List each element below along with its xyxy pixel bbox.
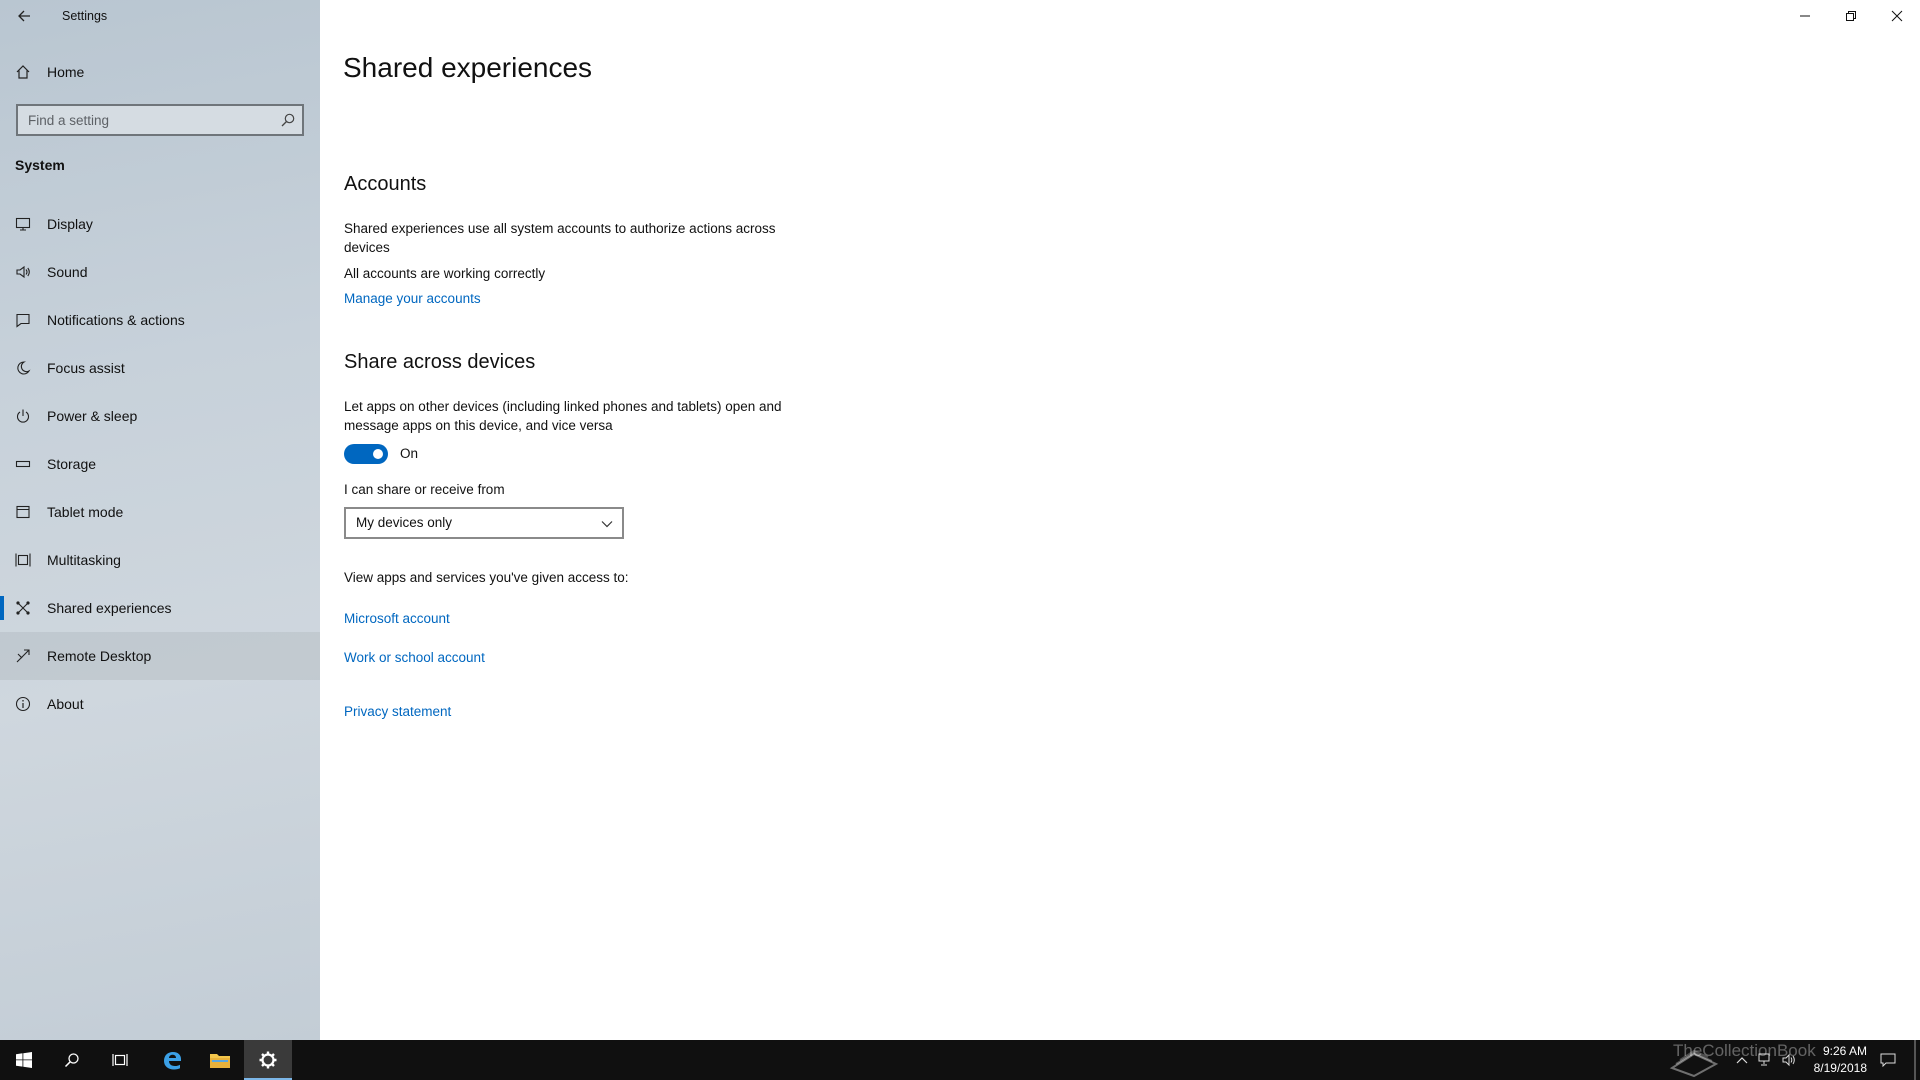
sidebar-item-power-sleep[interactable]: Power & sleep	[0, 392, 320, 440]
action-center-icon	[1880, 1053, 1896, 1067]
file-explorer-button[interactable]	[196, 1040, 244, 1080]
dropdown-label: I can share or receive from	[344, 482, 505, 497]
sidebar: Settings Home Find a setting System Disp…	[0, 0, 320, 1040]
file-explorer-icon	[210, 1054, 230, 1068]
minimize-button[interactable]	[1782, 0, 1828, 32]
privacy-statement-link[interactable]: Privacy statement	[344, 704, 451, 719]
start-button[interactable]	[0, 1040, 48, 1080]
sidebar-item-shared-experiences[interactable]: Shared experiences	[0, 584, 320, 632]
show-desktop-button[interactable]	[1914, 1040, 1916, 1080]
share-toggle[interactable]	[344, 444, 388, 464]
restore-button[interactable]	[1828, 0, 1874, 32]
moon-icon	[14, 359, 32, 377]
close-icon	[1891, 10, 1903, 22]
back-button[interactable]	[0, 0, 48, 32]
taskbar-search-button[interactable]	[48, 1040, 96, 1080]
title-bar: Settings	[0, 0, 320, 32]
action-center-button[interactable]	[1876, 1040, 1900, 1080]
power-icon	[14, 407, 32, 425]
minimize-icon	[1800, 15, 1810, 17]
share-description: Let apps on other devices (including lin…	[344, 399, 782, 433]
home-icon	[14, 63, 32, 81]
sidebar-item-sound[interactable]: Sound	[0, 248, 320, 296]
sidebar-item-label: Home	[47, 64, 85, 80]
app-title: Settings	[62, 9, 108, 23]
sidebar-item-about[interactable]: About	[0, 680, 320, 728]
search-placeholder: Find a setting	[28, 113, 110, 128]
storage-icon	[14, 455, 32, 473]
sidebar-item-home[interactable]: Home	[0, 48, 320, 96]
sidebar-item-label: Remote Desktop	[47, 648, 152, 664]
manage-accounts-link[interactable]: Manage your accounts	[344, 291, 481, 306]
speaker-icon	[14, 263, 32, 281]
search-icon[interactable]	[280, 112, 296, 128]
info-icon	[14, 695, 32, 713]
settings-taskbar-button[interactable]	[244, 1040, 292, 1080]
clock-date: 8/19/2018	[1813, 1061, 1867, 1075]
sidebar-item-label: Storage	[47, 456, 97, 472]
search-icon	[64, 1053, 79, 1068]
accounts-status: All accounts are working correctly	[344, 266, 546, 281]
task-view-button[interactable]	[96, 1040, 144, 1080]
start-icon	[16, 1052, 32, 1068]
task-view-icon	[112, 1054, 128, 1066]
sidebar-item-remote-desktop[interactable]: Remote Desktop	[0, 632, 320, 680]
sidebar-item-label: Sound	[47, 264, 88, 280]
sidebar-item-tablet-mode[interactable]: Tablet mode	[0, 488, 320, 536]
accounts-description: Shared experiences use all system accoun…	[344, 221, 776, 255]
edge-icon	[164, 1052, 181, 1070]
sidebar-item-notifications[interactable]: Notifications & actions	[0, 296, 320, 344]
sidebar-item-display[interactable]: Display	[0, 200, 320, 248]
toggle-state-label: On	[400, 446, 419, 461]
settings-gear-icon	[259, 1051, 277, 1069]
settings-window: Settings Home Find a setting System Disp…	[0, 0, 1920, 1040]
taskbar: 9:26 AM 8/19/2018	[0, 1040, 1920, 1080]
sidebar-item-label: Tablet mode	[47, 504, 124, 520]
share-scope-dropdown[interactable]: My devices only	[344, 507, 624, 539]
sidebar-item-label: Display	[47, 216, 93, 232]
sidebar-item-label: Power & sleep	[47, 408, 138, 424]
sidebar-item-storage[interactable]: Storage	[0, 440, 320, 488]
access-label: View apps and services you've given acce…	[344, 570, 629, 585]
watermark-text: TheCollectionBook	[1673, 1041, 1816, 1060]
selection-indicator	[0, 596, 4, 620]
chevron-down-icon	[601, 521, 613, 528]
sidebar-item-focus-assist[interactable]: Focus assist	[0, 344, 320, 392]
display-icon	[14, 215, 32, 233]
search-input[interactable]: Find a setting	[16, 104, 304, 136]
sidebar-item-label: Multitasking	[47, 552, 121, 568]
restore-icon	[1846, 11, 1856, 21]
edge-button[interactable]	[148, 1040, 196, 1080]
sidebar-item-label: Shared experiences	[47, 600, 172, 616]
section-label-system: System	[15, 157, 65, 173]
back-arrow-icon	[18, 10, 30, 22]
work-school-account-link[interactable]: Work or school account	[344, 650, 485, 665]
sidebar-item-label: About	[47, 696, 84, 712]
page-title: Shared experiences	[343, 52, 593, 83]
sidebar-item-label: Notifications & actions	[47, 312, 185, 328]
close-button[interactable]	[1874, 0, 1920, 32]
sidebar-item-multitasking[interactable]: Multitasking	[0, 536, 320, 584]
sidebar-item-label: Focus assist	[47, 360, 125, 376]
notification-icon	[14, 311, 32, 329]
microsoft-account-link[interactable]: Microsoft account	[344, 611, 450, 626]
share-across-devices-heading: Share across devices	[344, 351, 536, 373]
remote-icon	[14, 647, 32, 665]
multitasking-icon	[14, 551, 32, 569]
toggle-knob	[373, 449, 383, 459]
tablet-icon	[14, 503, 32, 521]
shared-icon	[14, 599, 32, 617]
dropdown-value: My devices only	[356, 515, 453, 530]
accounts-heading: Accounts	[344, 173, 427, 195]
